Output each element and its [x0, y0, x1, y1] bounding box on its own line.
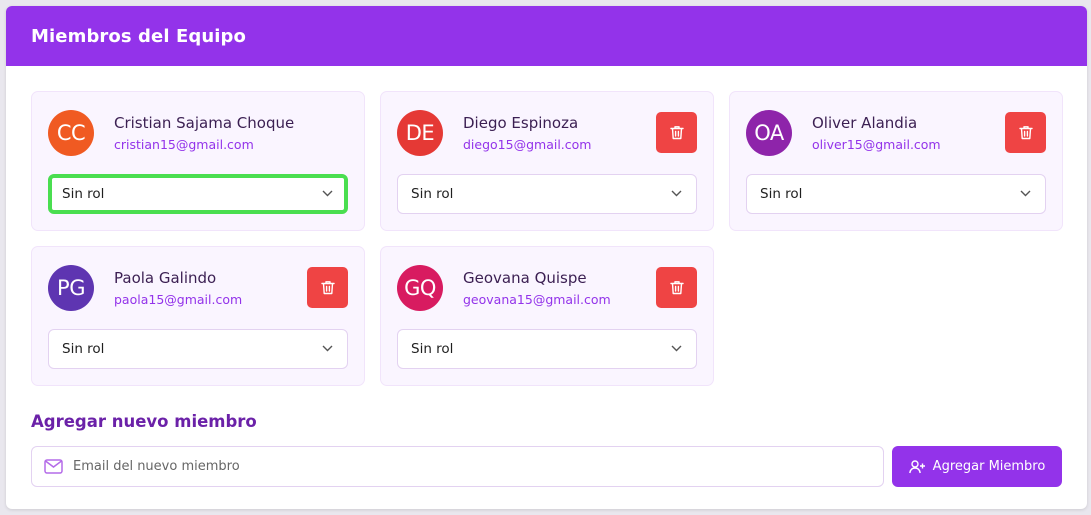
role-select-value: Sin rol — [760, 186, 803, 202]
avatar: CC — [48, 110, 94, 156]
member-name: Cristian Sajama Choque — [114, 114, 295, 132]
avatar: PG — [48, 265, 94, 311]
member-card: OA Oliver Alandia oliver15@gmail.com Sin… — [729, 91, 1063, 231]
role-select[interactable]: Sin rol — [397, 329, 697, 369]
trash-icon — [1018, 126, 1033, 140]
mail-icon — [44, 459, 63, 474]
page-title: Miembros del Equipo — [31, 25, 246, 47]
avatar: DE — [397, 110, 443, 156]
member-card: GQ Geovana Quispe geovana15@gmail.com Si… — [380, 246, 714, 386]
user-plus-icon — [908, 459, 925, 473]
delete-member-button[interactable] — [656, 267, 697, 308]
new-member-email-input[interactable] — [73, 459, 853, 474]
team-members-panel: Miembros del Equipo CC Cristian Sajama C… — [6, 6, 1087, 509]
chevron-down-icon — [671, 345, 682, 352]
chevron-down-icon — [671, 190, 682, 197]
role-select-value: Sin rol — [411, 186, 454, 202]
add-member-button[interactable]: Agregar Miembro — [892, 446, 1062, 487]
role-select-value: Sin rol — [411, 341, 454, 357]
member-card: DE Diego Espinoza diego15@gmail.com Sin … — [380, 91, 714, 231]
role-select[interactable]: Sin rol — [397, 174, 697, 214]
trash-icon — [320, 281, 335, 295]
delete-member-button[interactable] — [1005, 112, 1046, 153]
role-select-value: Sin rol — [62, 341, 105, 357]
role-select-value: Sin rol — [62, 186, 105, 202]
delete-member-button[interactable] — [307, 267, 348, 308]
avatar: GQ — [397, 265, 443, 311]
trash-icon — [669, 126, 684, 140]
email-input-wrapper[interactable] — [31, 446, 884, 487]
member-email: oliver15@gmail.com — [812, 137, 941, 152]
member-email: cristian15@gmail.com — [114, 137, 254, 152]
role-select[interactable]: Sin rol — [48, 174, 348, 214]
chevron-down-icon — [322, 345, 333, 352]
member-email: diego15@gmail.com — [463, 137, 592, 152]
chevron-down-icon — [1020, 190, 1031, 197]
member-name: Oliver Alandia — [812, 114, 918, 132]
chevron-down-icon — [322, 190, 333, 197]
member-email: paola15@gmail.com — [114, 292, 243, 307]
member-name: Diego Espinoza — [463, 114, 579, 132]
member-card: CC Cristian Sajama Choque cristian15@gma… — [31, 91, 365, 231]
delete-member-button[interactable] — [656, 112, 697, 153]
trash-icon — [669, 281, 684, 295]
panel-header: Miembros del Equipo — [6, 6, 1087, 66]
avatar: OA — [746, 110, 792, 156]
role-select[interactable]: Sin rol — [746, 174, 1046, 214]
add-member-heading: Agregar nuevo miembro — [31, 412, 257, 431]
member-name: Paola Galindo — [114, 269, 217, 287]
member-card: PG Paola Galindo paola15@gmail.com Sin r… — [31, 246, 365, 386]
add-member-button-label: Agregar Miembro — [932, 459, 1046, 474]
member-name: Geovana Quispe — [463, 269, 587, 287]
member-email: geovana15@gmail.com — [463, 292, 611, 307]
role-select[interactable]: Sin rol — [48, 329, 348, 369]
